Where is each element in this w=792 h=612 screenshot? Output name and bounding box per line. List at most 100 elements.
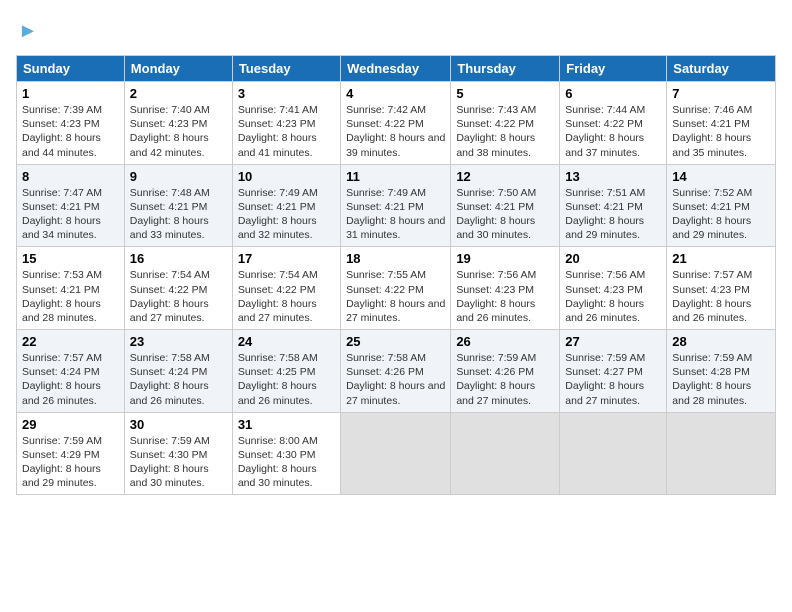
day-info: Sunrise: 7:51 AMSunset: 4:21 PMDaylight:…	[565, 186, 661, 243]
day-info: Sunrise: 7:59 AMSunset: 4:28 PMDaylight:…	[672, 351, 770, 408]
weekday-header-friday: Friday	[560, 56, 667, 82]
logo-bird-icon: ►	[18, 20, 38, 42]
page-container: ► SundayMondayTuesdayWednesdayThursdayFr…	[0, 0, 792, 503]
day-info: Sunrise: 7:54 AMSunset: 4:22 PMDaylight:…	[130, 268, 227, 325]
calendar-day-cell: 7 Sunrise: 7:46 AMSunset: 4:21 PMDaylight…	[667, 82, 776, 165]
day-number: 23	[130, 334, 227, 349]
calendar-day-cell: 10 Sunrise: 7:49 AMSunset: 4:21 PMDayligh…	[232, 164, 340, 247]
calendar-day-cell: 30 Sunrise: 7:59 AMSunset: 4:30 PMDayligh…	[124, 412, 232, 495]
day-info: Sunrise: 7:46 AMSunset: 4:21 PMDaylight:…	[672, 103, 770, 160]
day-info: Sunrise: 7:43 AMSunset: 4:22 PMDaylight:…	[456, 103, 554, 160]
calendar-day-cell: 4 Sunrise: 7:42 AMSunset: 4:22 PMDaylight…	[341, 82, 451, 165]
calendar-day-cell: 27 Sunrise: 7:59 AMSunset: 4:27 PMDayligh…	[560, 330, 667, 413]
day-info: Sunrise: 7:56 AMSunset: 4:23 PMDaylight:…	[565, 268, 661, 325]
day-info: Sunrise: 7:58 AMSunset: 4:26 PMDaylight:…	[346, 351, 445, 408]
day-number: 16	[130, 251, 227, 266]
day-info: Sunrise: 7:57 AMSunset: 4:24 PMDaylight:…	[22, 351, 119, 408]
day-number: 28	[672, 334, 770, 349]
day-info: Sunrise: 7:59 AMSunset: 4:30 PMDaylight:…	[130, 434, 227, 491]
day-info: Sunrise: 7:59 AMSunset: 4:27 PMDaylight:…	[565, 351, 661, 408]
calendar-day-cell: 15Sunrise: 7:53 AMSunset: 4:21 PMDayligh…	[17, 247, 125, 330]
calendar-day-cell	[341, 412, 451, 495]
day-number: 22	[22, 334, 119, 349]
day-number: 19	[456, 251, 554, 266]
day-info: Sunrise: 7:50 AMSunset: 4:21 PMDaylight:…	[456, 186, 554, 243]
day-number: 7	[672, 86, 770, 101]
day-number: 11	[346, 169, 445, 184]
day-number: 13	[565, 169, 661, 184]
day-info: Sunrise: 7:58 AMSunset: 4:24 PMDaylight:…	[130, 351, 227, 408]
day-info: Sunrise: 7:49 AMSunset: 4:21 PMDaylight:…	[346, 186, 445, 243]
day-info: Sunrise: 7:52 AMSunset: 4:21 PMDaylight:…	[672, 186, 770, 243]
logo: ►	[16, 20, 38, 43]
day-info: Sunrise: 8:00 AMSunset: 4:30 PMDaylight:…	[238, 434, 335, 491]
calendar-header-row: SundayMondayTuesdayWednesdayThursdayFrid…	[17, 56, 776, 82]
weekday-header-wednesday: Wednesday	[341, 56, 451, 82]
day-number: 25	[346, 334, 445, 349]
day-info: Sunrise: 7:58 AMSunset: 4:25 PMDaylight:…	[238, 351, 335, 408]
day-info: Sunrise: 7:59 AMSunset: 4:29 PMDaylight:…	[22, 434, 119, 491]
day-info: Sunrise: 7:53 AMSunset: 4:21 PMDaylight:…	[22, 268, 119, 325]
day-info: Sunrise: 7:49 AMSunset: 4:21 PMDaylight:…	[238, 186, 335, 243]
day-info: Sunrise: 7:41 AMSunset: 4:23 PMDaylight:…	[238, 103, 335, 160]
calendar-day-cell: 20 Sunrise: 7:56 AMSunset: 4:23 PMDayligh…	[560, 247, 667, 330]
day-number: 9	[130, 169, 227, 184]
day-number: 3	[238, 86, 335, 101]
calendar-table: SundayMondayTuesdayWednesdayThursdayFrid…	[16, 55, 776, 495]
calendar-day-cell	[451, 412, 560, 495]
calendar-week-1: 1Sunrise: 7:39 AMSunset: 4:23 PMDaylight…	[17, 82, 776, 165]
calendar-day-cell	[667, 412, 776, 495]
calendar-week-3: 15Sunrise: 7:53 AMSunset: 4:21 PMDayligh…	[17, 247, 776, 330]
calendar-day-cell: 13 Sunrise: 7:51 AMSunset: 4:21 PMDayligh…	[560, 164, 667, 247]
calendar-day-cell: 23 Sunrise: 7:58 AMSunset: 4:24 PMDayligh…	[124, 330, 232, 413]
day-number: 31	[238, 417, 335, 432]
weekday-header-tuesday: Tuesday	[232, 56, 340, 82]
calendar-day-cell: 19 Sunrise: 7:56 AMSunset: 4:23 PMDayligh…	[451, 247, 560, 330]
calendar-day-cell: 8 Sunrise: 7:47 AMSunset: 4:21 PMDaylight…	[17, 164, 125, 247]
calendar-day-cell: 2Sunrise: 7:40 AMSunset: 4:23 PMDaylight…	[124, 82, 232, 165]
weekday-header-saturday: Saturday	[667, 56, 776, 82]
day-number: 18	[346, 251, 445, 266]
calendar-day-cell: 25 Sunrise: 7:58 AMSunset: 4:26 PMDayligh…	[341, 330, 451, 413]
day-number: 14	[672, 169, 770, 184]
calendar-day-cell: 26Sunrise: 7:59 AMSunset: 4:26 PMDayligh…	[451, 330, 560, 413]
day-info: Sunrise: 7:42 AMSunset: 4:22 PMDaylight:…	[346, 103, 445, 160]
day-info: Sunrise: 7:40 AMSunset: 4:23 PMDaylight:…	[130, 103, 227, 160]
day-number: 12	[456, 169, 554, 184]
calendar-week-5: 29 Sunrise: 7:59 AMSunset: 4:29 PMDayligh…	[17, 412, 776, 495]
calendar-day-cell: 3 Sunrise: 7:41 AMSunset: 4:23 PMDaylight…	[232, 82, 340, 165]
day-number: 5	[456, 86, 554, 101]
day-number: 10	[238, 169, 335, 184]
day-info: Sunrise: 7:54 AMSunset: 4:22 PMDaylight:…	[238, 268, 335, 325]
day-number: 29	[22, 417, 119, 432]
calendar-day-cell: 22 Sunrise: 7:57 AMSunset: 4:24 PMDayligh…	[17, 330, 125, 413]
day-number: 27	[565, 334, 661, 349]
calendar-day-cell: 12 Sunrise: 7:50 AMSunset: 4:21 PMDayligh…	[451, 164, 560, 247]
day-number: 21	[672, 251, 770, 266]
day-number: 8	[22, 169, 119, 184]
page-header: ►	[16, 16, 776, 43]
calendar-day-cell	[560, 412, 667, 495]
weekday-header-monday: Monday	[124, 56, 232, 82]
calendar-day-cell: 9 Sunrise: 7:48 AMSunset: 4:21 PMDaylight…	[124, 164, 232, 247]
day-number: 4	[346, 86, 445, 101]
day-info: Sunrise: 7:47 AMSunset: 4:21 PMDaylight:…	[22, 186, 119, 243]
calendar-day-cell: 21Sunrise: 7:57 AMSunset: 4:23 PMDayligh…	[667, 247, 776, 330]
calendar-week-4: 22 Sunrise: 7:57 AMSunset: 4:24 PMDayligh…	[17, 330, 776, 413]
calendar-day-cell: 31 Sunrise: 8:00 AMSunset: 4:30 PMDayligh…	[232, 412, 340, 495]
day-info: Sunrise: 7:59 AMSunset: 4:26 PMDaylight:…	[456, 351, 554, 408]
calendar-day-cell: 29 Sunrise: 7:59 AMSunset: 4:29 PMDayligh…	[17, 412, 125, 495]
calendar-day-cell: 5 Sunrise: 7:43 AMSunset: 4:22 PMDaylight…	[451, 82, 560, 165]
day-number: 6	[565, 86, 661, 101]
calendar-day-cell: 14 Sunrise: 7:52 AMSunset: 4:21 PMDayligh…	[667, 164, 776, 247]
day-info: Sunrise: 7:56 AMSunset: 4:23 PMDaylight:…	[456, 268, 554, 325]
calendar-week-2: 8 Sunrise: 7:47 AMSunset: 4:21 PMDaylight…	[17, 164, 776, 247]
calendar-day-cell: 18 Sunrise: 7:55 AMSunset: 4:22 PMDayligh…	[341, 247, 451, 330]
day-info: Sunrise: 7:55 AMSunset: 4:22 PMDaylight:…	[346, 268, 445, 325]
day-number: 30	[130, 417, 227, 432]
calendar-day-cell: 6Sunrise: 7:44 AMSunset: 4:22 PMDaylight…	[560, 82, 667, 165]
day-number: 20	[565, 251, 661, 266]
day-info: Sunrise: 7:48 AMSunset: 4:21 PMDaylight:…	[130, 186, 227, 243]
weekday-header-thursday: Thursday	[451, 56, 560, 82]
weekday-header-sunday: Sunday	[17, 56, 125, 82]
